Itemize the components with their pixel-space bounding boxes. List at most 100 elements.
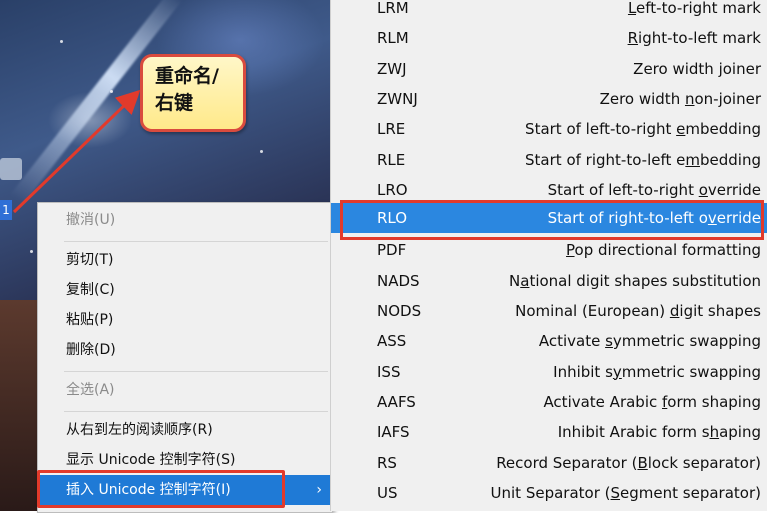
access-key-letter: L: [627, 0, 637, 17]
menu-item-paste[interactable]: 粘贴(P): [38, 305, 332, 335]
description-text: Start of right-to-left e: [525, 150, 686, 169]
control-description: Start of left-to-right embedding: [525, 114, 761, 144]
control-code: IAFS: [377, 423, 410, 442]
description-text: Activate Arabic: [543, 392, 663, 411]
control-description: Left-to-right mark: [628, 0, 761, 23]
menu-item-label: 撤消(U): [66, 212, 116, 228]
description-text: eft-to-right mark: [636, 0, 761, 17]
submenu-item-nads[interactable]: NADS National digit shapes substitution: [331, 266, 767, 296]
control-description: Start of right-to-left embedding: [525, 145, 761, 175]
description-text: Inhibit s: [553, 362, 613, 381]
submenu-item-rlm[interactable]: RLM Right-to-left mark: [331, 23, 767, 53]
control-description: Inhibit Arabic form shaping: [558, 417, 761, 447]
menu-item-label: 复制(C): [66, 282, 115, 298]
description-text: Inhibit Arabic form s: [557, 423, 710, 442]
menu-item-delete[interactable]: 删除(D): [38, 335, 332, 365]
submenu-item-iafs[interactable]: IAFS Inhibit Arabic form shaping: [331, 417, 767, 447]
submenu-item-lre[interactable]: LRE Start of left-to-right embedding: [331, 114, 767, 144]
control-code: RLM: [377, 29, 409, 48]
submenu-item-iss[interactable]: ISS Inhibit symmetric swapping: [331, 357, 767, 387]
description-text: Activate: [538, 332, 606, 351]
submenu-item-zwnj[interactable]: ZWNJ Zero width non-joiner: [331, 84, 767, 114]
submenu-item-aafs[interactable]: AAFS Activate Arabic form shaping: [331, 387, 767, 417]
control-description: Right-to-left mark: [628, 23, 761, 53]
description-text: oiner: [722, 59, 761, 78]
access-key-letter: P: [566, 241, 575, 260]
submenu-item-nods[interactable]: NODS Nominal (European) digit shapes: [331, 296, 767, 326]
submenu-item-lrm[interactable]: LRM Left-to-right mark: [331, 0, 767, 23]
description-text: aping: [719, 423, 761, 442]
description-text: Zero width: [633, 59, 719, 78]
chevron-right-icon: ›: [316, 482, 322, 498]
menu-item-label: 全选(A): [66, 382, 115, 398]
access-key-letter: B: [637, 453, 648, 472]
control-code: AAFS: [377, 392, 416, 411]
star: [110, 90, 113, 93]
submenu-item-us[interactable]: US Unit Separator (Segment separator): [331, 478, 767, 508]
submenu-item-rs[interactable]: RS Record Separator (Block separator): [331, 448, 767, 478]
access-key-letter: e: [676, 120, 686, 139]
file-icon[interactable]: [0, 158, 22, 180]
control-code: ZWJ: [377, 59, 407, 78]
menu-separator: [64, 371, 328, 372]
description-text: ight-to-left mark: [638, 29, 761, 48]
menu-separator: [64, 241, 328, 242]
unicode-control-submenu: LRM Left-to-right mark RLM Right-to-left ma…: [330, 0, 767, 511]
menu-item-select-all[interactable]: 全选(A): [38, 375, 332, 405]
control-code: RS: [377, 453, 397, 472]
menu-item-label: 剪切(T): [66, 252, 114, 268]
access-key-letter: s: [605, 332, 613, 351]
control-description: Nominal (European) digit shapes: [515, 296, 761, 326]
description-text: on-joiner: [694, 89, 761, 108]
star: [30, 250, 33, 253]
menu-item-undo[interactable]: 撤消(U): [38, 205, 332, 235]
context-menu: 撤消(U) 剪切(T) 复制(C) 粘贴(P) 删除(D) 全选(A) 从右到左…: [37, 202, 333, 513]
access-key-letter: S: [610, 483, 621, 502]
description-text: igit shapes: [679, 302, 761, 320]
control-description: Activate Arabic form shaping: [543, 387, 761, 417]
description-text: Unit Separator (: [490, 483, 611, 502]
control-description: National digit shapes substitution: [509, 266, 761, 296]
description-text: ymmetric swapping: [612, 332, 761, 351]
menu-item-label: 从右到左的阅读顺序(R): [66, 422, 213, 438]
description-text: verride: [707, 180, 761, 199]
access-key-letter: R: [627, 29, 639, 48]
description-text: lock separator): [647, 453, 761, 472]
menu-item-rtl-reading-order[interactable]: 从右到左的阅读顺序(R): [38, 415, 332, 445]
control-code: LRM: [377, 0, 409, 17]
control-code: NADS: [377, 271, 420, 290]
description-text: Zero width: [599, 89, 685, 108]
submenu-item-ass[interactable]: ASS Activate symmetric swapping: [331, 326, 767, 356]
control-description: Record Separator (Block separator): [496, 448, 761, 478]
control-description: Unit Separator (Segment separator): [491, 478, 761, 508]
description-text: Nominal (European): [515, 302, 670, 320]
callout-text: 重命名/ 右键: [155, 65, 219, 114]
access-key-letter: h: [709, 423, 720, 442]
menu-item-label: 删除(D): [66, 342, 116, 358]
description-text: tional digit shapes substitution: [529, 271, 761, 290]
access-key-letter: d: [669, 302, 680, 320]
control-description: Inhibit symmetric swapping: [553, 357, 761, 387]
control-description: Zero width non-joiner: [600, 84, 761, 114]
submenu-item-rle[interactable]: RLE Start of right-to-left embedding: [331, 145, 767, 175]
menu-item-copy[interactable]: 复制(C): [38, 275, 332, 305]
description-text: orm shaping: [667, 392, 761, 411]
annotation-callout: 重命名/ 右键: [140, 54, 246, 132]
control-code: ASS: [377, 332, 407, 351]
menu-item-cut[interactable]: 剪切(T): [38, 245, 332, 275]
menu-item-label: 粘贴(P): [66, 312, 114, 328]
access-key-letter: m: [685, 150, 700, 169]
control-code: ZWNJ: [377, 89, 418, 108]
access-key-letter: y: [612, 362, 622, 381]
description-text: Start of left-to-right: [525, 120, 677, 139]
description-text: mmetric swapping: [621, 362, 761, 381]
access-key-letter: o: [698, 180, 708, 199]
description-text: mbedding: [685, 120, 761, 139]
character-figure: [0, 300, 40, 511]
control-description: Zero width joiner: [633, 54, 761, 84]
selected-file-name[interactable]: 1: [0, 200, 12, 220]
control-code: ISS: [377, 362, 401, 381]
submenu-item-zwj[interactable]: ZWJ Zero width joiner: [331, 54, 767, 84]
control-description: Activate symmetric swapping: [539, 326, 761, 356]
control-code: RLE: [377, 150, 406, 169]
